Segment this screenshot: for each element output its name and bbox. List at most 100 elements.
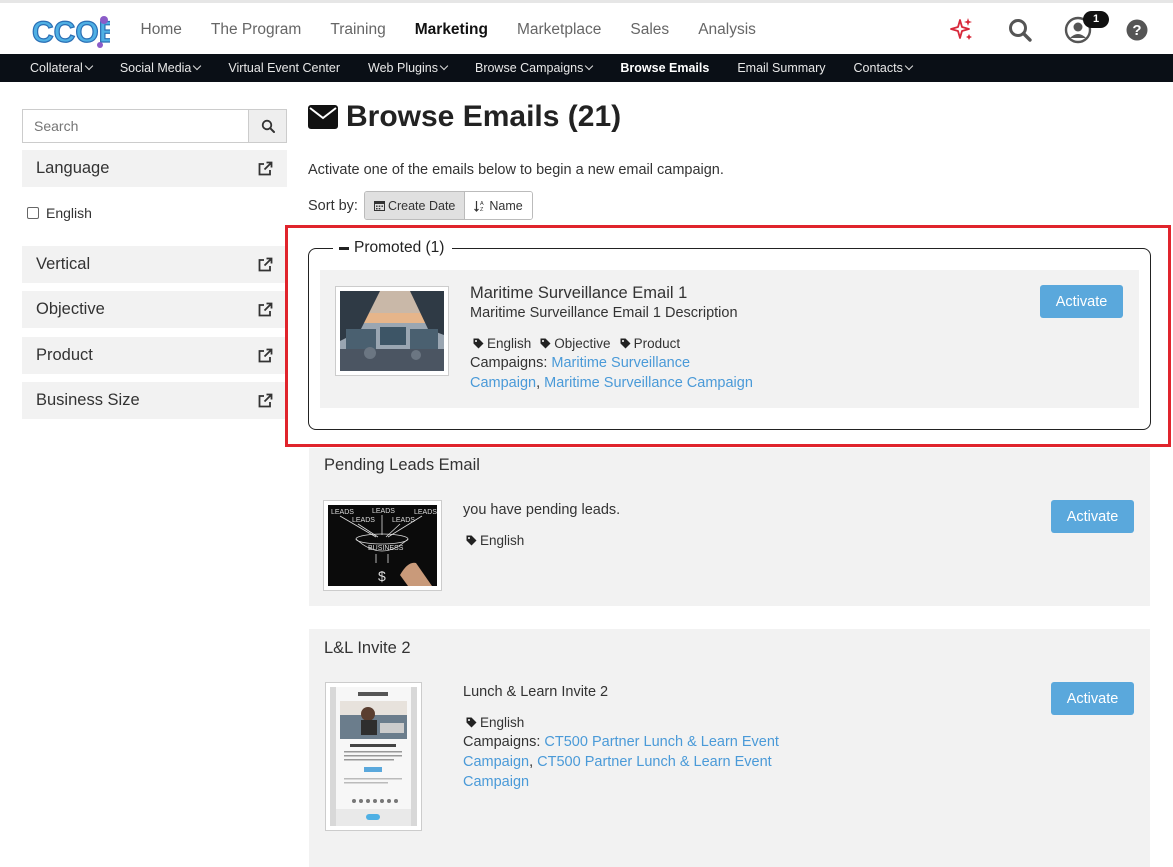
subnav-label: Contacts [853, 61, 903, 75]
tag-icon [466, 717, 477, 728]
sort-button-group: Create Date AZ Name [363, 191, 533, 220]
sort-label: Sort by: [308, 197, 358, 214]
subnav-social-media[interactable]: Social Media [106, 61, 215, 75]
nav-home[interactable]: Home [126, 21, 196, 39]
sub-navigation-bar: Collateral Social Media Virtual Event Ce… [0, 54, 1173, 82]
facet-business-size[interactable]: Business Size [22, 382, 287, 419]
svg-text:?: ? [1132, 22, 1141, 39]
facet-label: Business Size [36, 391, 140, 409]
nav-sales[interactable]: Sales [616, 21, 684, 39]
thumb-text: LEADS [331, 509, 354, 516]
subnav-label: Browse Campaigns [474, 61, 584, 75]
subnav-collateral[interactable]: Collateral [16, 61, 106, 75]
facet-language[interactable]: Language [22, 150, 287, 187]
facet-label: Language [36, 159, 110, 177]
chevron-down-icon [84, 61, 94, 71]
email-card: L&L Invite 2 Lunch & Learn Invite 2 Engl… [309, 629, 1150, 867]
campaign-link[interactable]: Campaign [463, 754, 529, 770]
page-title: Browse Emails (21) [308, 100, 621, 134]
language-option-english[interactable]: English [27, 205, 92, 221]
facet-product[interactable]: Product [22, 337, 287, 374]
nav-training[interactable]: Training [316, 21, 400, 39]
activate-button[interactable]: Activate [1051, 500, 1134, 533]
facet-label: Vertical [36, 255, 91, 273]
sort-alpha-icon: AZ [474, 200, 484, 212]
facet-objective[interactable]: Objective [22, 291, 287, 328]
chevron-down-icon [904, 61, 914, 71]
page-title-text: Browse Emails (21) [346, 100, 622, 133]
thumb-text: BUSINESS [368, 545, 404, 552]
ccoe-logo[interactable]: CCOE [30, 11, 119, 51]
sparkle-icon[interactable] [947, 16, 975, 44]
subnav-label: Web Plugins [368, 61, 438, 75]
sort-by-name-button[interactable]: AZ Name [465, 192, 532, 219]
tag-list: English [466, 715, 533, 730]
notification-badge: 1 [1083, 11, 1109, 28]
help-icon[interactable]: ? [1123, 16, 1151, 44]
subnav-label: Collateral [30, 61, 83, 75]
subnav-label: Social Media [119, 61, 192, 75]
search-input[interactable] [23, 110, 248, 142]
intro-text: Activate one of the emails below to begi… [308, 162, 724, 178]
external-link-icon[interactable] [257, 302, 273, 318]
chevron-down-icon [585, 61, 594, 71]
campaign-link[interactable]: Campaign [463, 774, 529, 790]
thumb-text: LEADS [352, 517, 375, 524]
subnav-web-plugins[interactable]: Web Plugins [354, 61, 461, 75]
svg-text:Z: Z [480, 207, 484, 212]
tag-label: English [480, 715, 525, 730]
nav-analysis[interactable]: Analysis [684, 21, 771, 39]
email-description: Lunch & Learn Invite 2 [463, 684, 609, 700]
sort-option-label: Name [489, 198, 523, 213]
facet-vertical[interactable]: Vertical [22, 246, 287, 283]
tag-list: English [466, 533, 533, 548]
sidebar-search [22, 109, 287, 143]
campaign-link[interactable]: CT500 Partner Lunch & Learn Event [544, 734, 779, 750]
email-card-header: L&L Invite 2 [324, 639, 411, 657]
external-link-icon[interactable] [257, 393, 273, 409]
external-link-icon[interactable] [257, 161, 273, 177]
envelope-icon [308, 105, 338, 129]
external-link-icon[interactable] [257, 348, 273, 364]
top-navigation-bar: CCOE Home The Program Training Marketing… [0, 0, 1173, 54]
tag-label: English [480, 533, 525, 548]
sort-option-label: Create Date [387, 198, 456, 213]
nav-marketing[interactable]: Marketing [400, 21, 502, 39]
email-description: you have pending leads. [463, 502, 621, 518]
campaigns-label: Campaigns: [463, 734, 541, 750]
search-button[interactable] [248, 110, 286, 142]
tag-icon [466, 535, 477, 546]
email-thumbnail[interactable]: LEADS LEADS LEADS LEADS LEADS BUSINESS $ [323, 500, 442, 591]
subnav-browse-campaigns[interactable]: Browse Campaigns [461, 61, 606, 75]
calendar-icon [373, 201, 385, 211]
chevron-down-icon [193, 61, 202, 71]
tag: English [466, 715, 524, 730]
email-thumbnail[interactable] [325, 682, 422, 831]
subnav-email-summary[interactable]: Email Summary [723, 61, 839, 75]
subnav-contacts[interactable]: Contacts [840, 61, 926, 75]
main-nav: Home The Program Training Marketing Mark… [126, 3, 770, 57]
thumb-text: LEADS [372, 508, 395, 515]
facet-label: Product [36, 346, 93, 364]
search-icon[interactable] [1006, 16, 1034, 44]
subnav-virtual-event-center[interactable]: Virtual Event Center [214, 61, 354, 75]
thumb-text: LEADS [392, 517, 415, 524]
thumb-text: LEADS [414, 509, 437, 516]
tag: English [466, 533, 524, 548]
nav-marketplace[interactable]: Marketplace [502, 21, 615, 39]
email-card: Pending Leads Email LEADS LEADS LEADS LE… [309, 448, 1150, 606]
sort-control: Sort by: Create Date AZ Name [308, 191, 533, 220]
campaign-list: Campaigns: CT500 Partner Lunch & Learn E… [463, 732, 823, 792]
activate-button[interactable]: Activate [1051, 682, 1134, 715]
separator: , [529, 754, 534, 770]
chevron-down-icon [439, 61, 449, 71]
subnav-browse-emails[interactable]: Browse Emails [606, 61, 723, 75]
external-link-icon[interactable] [257, 257, 273, 273]
thumb-text: $ [378, 568, 386, 584]
highlight-box [285, 225, 1171, 447]
campaign-link[interactable]: CT500 Partner Lunch & Learn Event [537, 754, 772, 770]
english-checkbox[interactable] [27, 207, 39, 219]
nav-the-program[interactable]: The Program [196, 21, 315, 39]
search-icon [261, 119, 275, 133]
sort-by-create-date-button[interactable]: Create Date [364, 192, 466, 219]
